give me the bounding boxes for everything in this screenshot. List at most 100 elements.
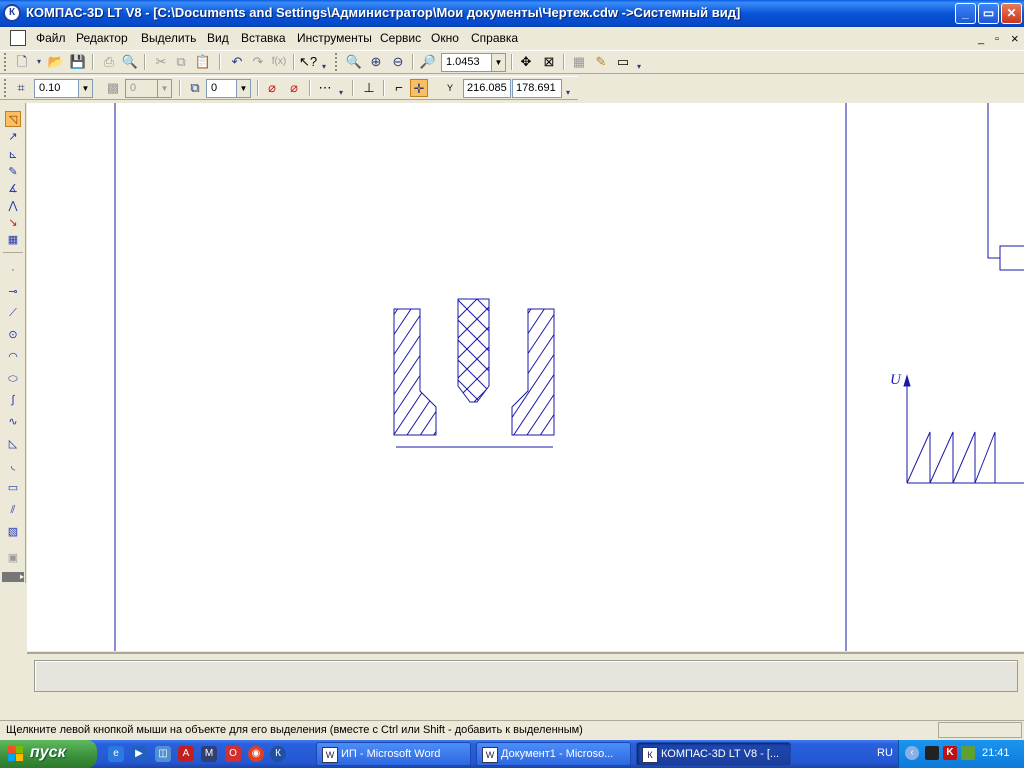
zoom-out-icon[interactable]: ⊖: [389, 53, 407, 71]
media-player-icon[interactable]: ▶: [131, 746, 147, 762]
toolbar-grip[interactable]: [4, 53, 8, 71]
view-combo: 0: [125, 79, 159, 98]
menu-insert[interactable]: Вставка: [241, 31, 286, 45]
window-title: КОМПАС-3D LT V8 - [C:\Documents and Sett…: [26, 5, 741, 20]
measure-icon[interactable]: ⋀: [5, 198, 21, 214]
spec-icon[interactable]: ▦: [5, 232, 21, 248]
3dsmax-icon[interactable]: M: [201, 746, 217, 762]
mdi-close-button[interactable]: ×: [1011, 31, 1019, 46]
cursor-step-icon[interactable]: ⌗: [12, 79, 30, 97]
save-icon[interactable]: 💾: [69, 53, 87, 71]
language-indicator[interactable]: RU: [877, 747, 893, 759]
ortho-icon[interactable]: ⌐: [390, 79, 408, 97]
chamfer-icon[interactable]: ◺: [5, 436, 21, 452]
hatch-icon[interactable]: ▧: [5, 524, 21, 540]
point-icon[interactable]: ·: [5, 262, 21, 278]
parametrization-icon[interactable]: ∡: [5, 181, 21, 197]
menu-service[interactable]: Сервис: [380, 31, 421, 45]
toolbar-options-icon[interactable]: ▾: [563, 84, 573, 102]
toolbar-options-icon[interactable]: ▾: [634, 58, 644, 76]
layer-dropdown-arrow[interactable]: ▼: [236, 79, 251, 98]
acrobat-icon[interactable]: A: [178, 746, 194, 762]
menu-file[interactable]: Файл: [36, 31, 66, 45]
task-kompas[interactable]: К КОМПАС-3D LT V8 - [...: [636, 742, 791, 766]
redo-icon: ↷: [252, 54, 264, 69]
layer-icon[interactable]: ⧉: [186, 79, 204, 97]
layer-combo[interactable]: 0: [206, 79, 238, 98]
step-dropdown-arrow[interactable]: ▼: [78, 79, 93, 98]
task-word-ip[interactable]: W ИП - Microsoft Word: [316, 742, 471, 766]
paste-icon[interactable]: 📋: [194, 53, 212, 71]
pan-icon[interactable]: ✥: [517, 53, 535, 71]
line-icon[interactable]: ⊸: [5, 284, 21, 300]
segment-icon[interactable]: ⟋: [5, 305, 21, 321]
polygon-icon[interactable]: ⫽: [5, 502, 21, 518]
grid-dropdown-icon[interactable]: ▾: [336, 84, 346, 102]
undo-icon[interactable]: ↶: [228, 53, 246, 71]
context-help-icon[interactable]: ↖?: [299, 53, 317, 71]
menu-help[interactable]: Справка: [471, 31, 518, 45]
browser-icon[interactable]: ◉: [248, 746, 264, 762]
y-coordinate-field[interactable]: 178.691: [512, 79, 562, 98]
task-label: Документ1 - Microso...: [501, 748, 614, 760]
menu-edit[interactable]: Редактор: [76, 31, 128, 45]
edit-icon[interactable]: ✎: [5, 164, 21, 180]
rectangle-icon[interactable]: ▭: [5, 480, 21, 496]
kompas-app-icon[interactable]: К: [3, 4, 21, 22]
kaspersky-icon[interactable]: K: [943, 746, 957, 760]
new-dropdown-icon[interactable]: ▾: [30, 53, 48, 71]
tray-app-icon[interactable]: [925, 746, 939, 760]
continuous-input-icon[interactable]: ∫: [5, 392, 21, 408]
properties-icon[interactable]: ✎: [592, 53, 610, 71]
select-icon[interactable]: ↘: [5, 215, 21, 231]
local-cs-icon[interactable]: ⊥: [360, 79, 378, 97]
spline-icon[interactable]: ∿: [5, 414, 21, 430]
kompas-quicklaunch-icon[interactable]: К: [270, 746, 286, 762]
zoom-scale-combo[interactable]: 1.0453: [441, 53, 493, 72]
fit-all-icon[interactable]: ⊠: [540, 53, 558, 71]
menu-window[interactable]: Окно: [431, 31, 459, 45]
circle-icon[interactable]: ⊙: [5, 327, 21, 343]
fillet-icon[interactable]: ◟: [5, 458, 21, 474]
task-word-document1[interactable]: W Документ1 - Microso...: [476, 742, 631, 766]
snap-mode-icon[interactable]: ✛: [410, 79, 428, 97]
geometry-tools-icon[interactable]: ◹: [5, 111, 21, 127]
properties-panel[interactable]: [34, 660, 1018, 692]
x-coordinate-field[interactable]: 216.085: [463, 79, 511, 98]
toolbar-grip[interactable]: [335, 53, 339, 71]
menu-view[interactable]: Вид: [207, 31, 229, 45]
minimize-button[interactable]: _: [955, 3, 976, 24]
open-folder-icon[interactable]: 📂: [47, 53, 65, 71]
grid-icon[interactable]: ⋯: [316, 79, 334, 97]
dimensions-icon[interactable]: ↗: [5, 129, 21, 145]
zoom-in-icon[interactable]: ⊕: [367, 53, 385, 71]
desktop-icon[interactable]: ◫: [155, 746, 171, 762]
toolbar-options-icon[interactable]: ▾: [319, 58, 329, 76]
menu-select[interactable]: Выделить: [141, 31, 196, 45]
panel-icon[interactable]: ▭: [614, 53, 632, 71]
zoom-scale-icon[interactable]: 🔎: [419, 53, 437, 71]
symbols-icon[interactable]: ⊾: [5, 147, 21, 163]
ellipse-icon[interactable]: ⬭: [5, 371, 21, 387]
close-button[interactable]: ✕: [1001, 3, 1022, 24]
mdi-restore-button[interactable]: ▫: [995, 33, 999, 45]
opera-icon[interactable]: O: [225, 746, 241, 762]
mdi-minimize-button[interactable]: _: [978, 33, 984, 45]
toolbar-grip[interactable]: [4, 79, 8, 97]
print-preview-icon[interactable]: 🔍: [121, 53, 139, 71]
menu-tools[interactable]: Инструменты: [297, 31, 372, 45]
local-snap-icon[interactable]: ⌀: [285, 79, 303, 97]
cut-icon: ✂: [155, 54, 167, 69]
step-combo[interactable]: 0.10: [34, 79, 80, 98]
document-icon[interactable]: [10, 30, 26, 46]
tray-network-icon[interactable]: [961, 746, 975, 760]
tray-expand-icon[interactable]: ‹: [905, 746, 919, 760]
arc-icon[interactable]: ◠: [5, 349, 21, 365]
zoom-icon[interactable]: 🔍: [345, 53, 363, 71]
new-document-icon[interactable]: 🗋: [13, 53, 31, 71]
maximize-button[interactable]: ▭: [978, 3, 999, 24]
toolbar-expand-arrow[interactable]: ▸: [2, 572, 24, 582]
zoom-dropdown-arrow[interactable]: ▼: [491, 53, 506, 72]
snap-icon[interactable]: ⌀: [263, 79, 281, 97]
ie-icon[interactable]: e: [108, 746, 124, 762]
